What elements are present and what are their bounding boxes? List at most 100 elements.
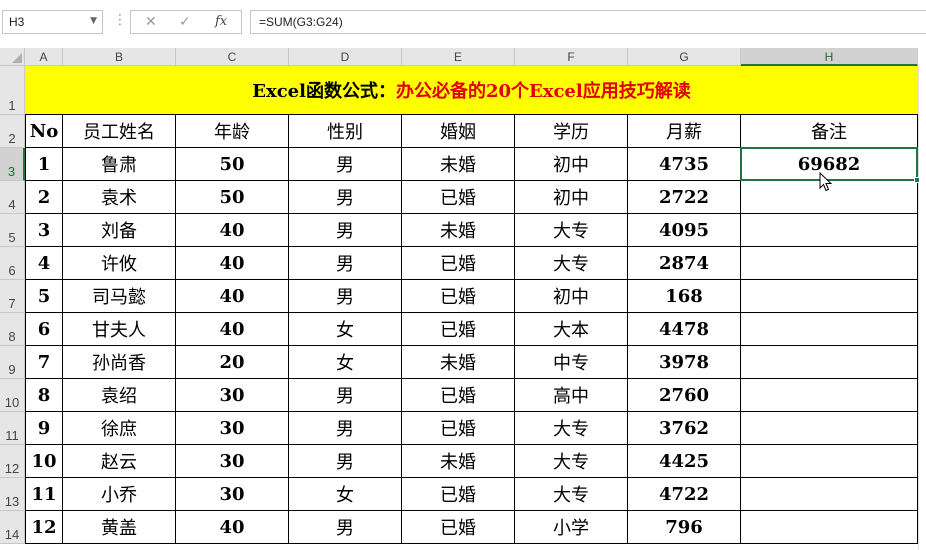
data-cell-e10[interactable]: 已婚 [402,379,515,412]
row-header-14[interactable]: 14 [0,511,25,544]
data-cell-e14[interactable]: 已婚 [402,511,515,544]
data-cell-e5[interactable]: 未婚 [402,214,515,247]
data-cell-g7[interactable]: 168 [628,280,741,313]
data-cell-a5[interactable]: 3 [25,214,63,247]
data-cell-f11[interactable]: 大专 [515,412,628,445]
row-header-4[interactable]: 4 [0,181,25,214]
row-header-6[interactable]: 6 [0,247,25,280]
select-all-button[interactable] [0,48,25,66]
data-cell-e13[interactable]: 已婚 [402,478,515,511]
data-cell-g11[interactable]: 3762 [628,412,741,445]
data-cell-f13[interactable]: 大专 [515,478,628,511]
data-cell-f5[interactable]: 大专 [515,214,628,247]
column-header-c[interactable]: C [176,48,289,66]
data-cell-a8[interactable]: 6 [25,313,63,346]
column-header-b[interactable]: B [63,48,176,66]
data-cell-d5[interactable]: 男 [289,214,402,247]
data-cell-b10[interactable]: 袁绍 [63,379,176,412]
data-cell-g14[interactable]: 796 [628,511,741,544]
chevron-down-icon[interactable]: ▼ [90,16,97,26]
data-cell-f10[interactable]: 高中 [515,379,628,412]
data-cell-a12[interactable]: 10 [25,445,63,478]
data-cell-g10[interactable]: 2760 [628,379,741,412]
data-cell-c13[interactable]: 30 [176,478,289,511]
data-cell-f9[interactable]: 中专 [515,346,628,379]
data-cell-b12[interactable]: 赵云 [63,445,176,478]
data-cell-c5[interactable]: 40 [176,214,289,247]
data-cell-a3[interactable]: 1 [25,148,63,181]
data-cell-a11[interactable]: 9 [25,412,63,445]
header-cell-a[interactable]: No [25,115,63,148]
data-cell-e4[interactable]: 已婚 [402,181,515,214]
row-header-8[interactable]: 8 [0,313,25,346]
data-cell-c7[interactable]: 40 [176,280,289,313]
data-cell-b4[interactable]: 袁术 [63,181,176,214]
data-cell-e11[interactable]: 已婚 [402,412,515,445]
data-cell-e9[interactable]: 未婚 [402,346,515,379]
data-cell-f6[interactable]: 大专 [515,247,628,280]
data-cell-b14[interactable]: 黄盖 [63,511,176,544]
data-cell-b3[interactable]: 鲁肃 [63,148,176,181]
name-box[interactable]: H3 ▼ [2,10,103,34]
column-header-g[interactable]: G [628,48,741,66]
data-cell-a10[interactable]: 8 [25,379,63,412]
data-cell-d7[interactable]: 男 [289,280,402,313]
data-cell-d4[interactable]: 男 [289,181,402,214]
data-cell-a7[interactable]: 5 [25,280,63,313]
row-header-3[interactable]: 3 [0,148,25,181]
data-cell-f7[interactable]: 初中 [515,280,628,313]
column-header-h[interactable]: H [741,48,918,66]
data-cell-c14[interactable]: 40 [176,511,289,544]
data-cell-h14[interactable] [741,511,918,544]
row-header-5[interactable]: 5 [0,214,25,247]
row-header-7[interactable]: 7 [0,280,25,313]
data-cell-h10[interactable] [741,379,918,412]
data-cell-b5[interactable]: 刘备 [63,214,176,247]
data-cell-h13[interactable] [741,478,918,511]
data-cell-d9[interactable]: 女 [289,346,402,379]
data-cell-b6[interactable]: 许攸 [63,247,176,280]
data-cell-h8[interactable] [741,313,918,346]
data-cell-d3[interactable]: 男 [289,148,402,181]
row-header-12[interactable]: 12 [0,445,25,478]
data-cell-g3[interactable]: 4735 [628,148,741,181]
data-cell-c11[interactable]: 30 [176,412,289,445]
data-cell-h9[interactable] [741,346,918,379]
header-cell-e[interactable]: 婚姻 [402,115,515,148]
data-cell-g5[interactable]: 4095 [628,214,741,247]
header-cell-f[interactable]: 学历 [515,115,628,148]
header-cell-d[interactable]: 性别 [289,115,402,148]
data-cell-d13[interactable]: 女 [289,478,402,511]
data-cell-g12[interactable]: 4425 [628,445,741,478]
data-cell-c3[interactable]: 50 [176,148,289,181]
data-cell-d10[interactable]: 男 [289,379,402,412]
column-header-a[interactable]: A [25,48,63,66]
title-cell[interactable]: Excel函数公式： 办公必备的20个Excel应用技巧解读 [25,66,918,115]
data-cell-e6[interactable]: 已婚 [402,247,515,280]
data-cell-g9[interactable]: 3978 [628,346,741,379]
data-cell-g6[interactable]: 2874 [628,247,741,280]
data-cell-h6[interactable] [741,247,918,280]
row-header-11[interactable]: 11 [0,412,25,445]
data-cell-d8[interactable]: 女 [289,313,402,346]
data-cell-g13[interactable]: 4722 [628,478,741,511]
data-cell-e3[interactable]: 未婚 [402,148,515,181]
data-cell-b13[interactable]: 小乔 [63,478,176,511]
header-cell-g[interactable]: 月薪 [628,115,741,148]
header-cell-h[interactable]: 备注 [741,115,918,148]
data-cell-f3[interactable]: 初中 [515,148,628,181]
cancel-icon[interactable]: ✕ [145,14,157,30]
data-cell-b8[interactable]: 甘夫人 [63,313,176,346]
data-cell-c6[interactable]: 40 [176,247,289,280]
header-cell-b[interactable]: 员工姓名 [63,115,176,148]
data-cell-d14[interactable]: 男 [289,511,402,544]
data-cell-e7[interactable]: 已婚 [402,280,515,313]
data-cell-d11[interactable]: 男 [289,412,402,445]
data-cell-f12[interactable]: 大专 [515,445,628,478]
data-cell-h11[interactable] [741,412,918,445]
data-cell-c12[interactable]: 30 [176,445,289,478]
data-cell-e8[interactable]: 已婚 [402,313,515,346]
data-cell-b11[interactable]: 徐庶 [63,412,176,445]
row-header-2[interactable]: 2 [0,115,25,148]
row-header-13[interactable]: 13 [0,478,25,511]
